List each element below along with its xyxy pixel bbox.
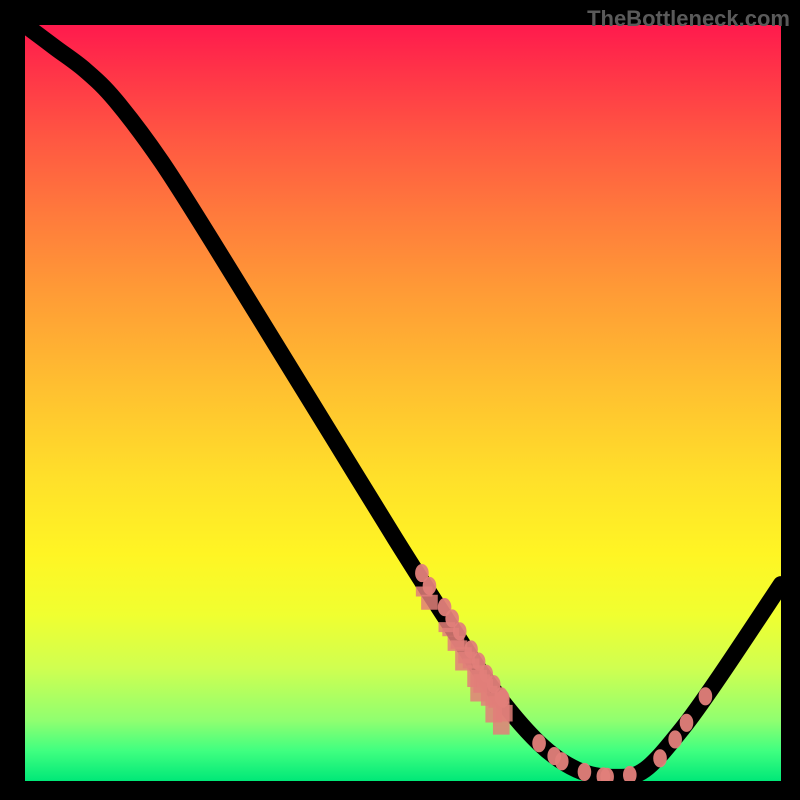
chart-container (25, 25, 781, 781)
data-dot (668, 730, 682, 748)
data-dot (555, 752, 569, 770)
data-dot (578, 763, 592, 781)
chart-svg (25, 25, 781, 781)
data-dot (699, 687, 713, 705)
data-dot (423, 577, 437, 595)
attribution-text: TheBottleneck.com (587, 6, 790, 32)
bottleneck-curve (25, 25, 781, 777)
data-tick-group (424, 586, 504, 734)
data-dot (532, 734, 546, 752)
data-dot (653, 749, 667, 767)
data-dot (453, 622, 467, 640)
data-dot (680, 714, 694, 732)
data-dot (496, 690, 510, 708)
